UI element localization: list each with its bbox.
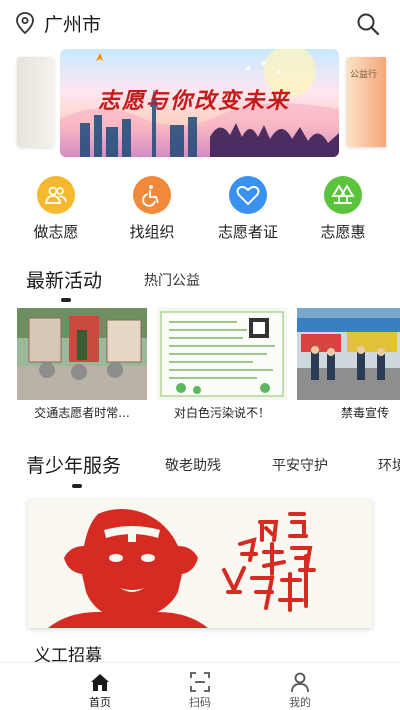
quick-menu-certificate[interactable]: 志愿者证	[208, 172, 288, 242]
banner-title: 志愿与你改变未来	[98, 88, 291, 114]
quick-menu: 做志愿 找组织 志愿者证 志愿惠	[0, 172, 400, 242]
location-pin-icon[interactable]	[15, 12, 35, 34]
activity-card[interactable]: 对白色污染说不！	[157, 308, 287, 421]
tree-icon	[324, 176, 362, 214]
quick-menu-volunteer[interactable]: 做志愿	[16, 172, 96, 242]
nav-profile[interactable]: 我的	[270, 663, 330, 710]
activity-card[interactable]: 禁毒宣传	[297, 308, 400, 421]
home-icon	[91, 674, 109, 691]
nav-label: 扫码	[189, 696, 211, 709]
tab-latest-activities[interactable]: 最新活动	[26, 266, 102, 293]
top-bar: 广州市	[0, 0, 400, 46]
tab-active-indicator	[61, 298, 71, 302]
quick-menu-label: 找组织	[129, 223, 175, 241]
quick-menu-label: 志愿者证	[217, 223, 278, 241]
bottom-nav: 首页 扫码 我的	[0, 662, 400, 709]
service-tabs: 青少年服务 敬老助残 平安守护 环境	[0, 451, 400, 491]
tab-active-indicator	[72, 484, 82, 488]
nav-label: 我的	[289, 696, 311, 709]
poster-artwork	[48, 509, 316, 628]
quick-menu-label: 做志愿	[33, 223, 79, 241]
banner-prev-card[interactable]	[17, 57, 54, 147]
quick-menu-benefits[interactable]: 志愿惠	[303, 172, 383, 242]
user-icon	[291, 672, 309, 693]
activity-caption: 交通志愿者时常...	[34, 406, 130, 420]
heart-icon	[229, 176, 267, 214]
activity-tabs: 最新活动 热门公益	[0, 266, 400, 306]
tab-safety-guard[interactable]: 平安守护	[272, 455, 328, 475]
scan-icon	[190, 672, 210, 692]
nav-home[interactable]: 首页	[70, 663, 130, 710]
activity-caption: 对白色污染说不！	[173, 406, 270, 420]
nav-scan[interactable]: 扫码	[170, 663, 230, 710]
search-icon[interactable]	[356, 12, 380, 36]
quick-menu-find-org[interactable]: 找组织	[112, 172, 192, 242]
activity-image	[17, 308, 147, 400]
banner-main[interactable]: 志愿与你改变未来	[60, 49, 339, 157]
tab-elderly-disabled[interactable]: 敬老助残	[165, 455, 221, 475]
nav-label: 首页	[89, 696, 111, 709]
activity-image	[157, 308, 287, 400]
people-icon	[37, 176, 75, 214]
quick-menu-label: 志愿惠	[320, 223, 366, 241]
city-selector[interactable]: 广州市	[44, 10, 101, 37]
activity-card[interactable]: 交通志愿者时常...	[17, 308, 147, 421]
banner-next-card-text: 公益行	[350, 70, 378, 80]
tab-environment[interactable]: 环境	[378, 455, 400, 475]
banner-carousel[interactable]: 志愿与你改变未来 公益行	[0, 48, 400, 160]
activity-image	[297, 308, 400, 400]
tab-youth-services[interactable]: 青少年服务	[26, 451, 121, 478]
activity-caption: 禁毒宣传	[341, 406, 390, 420]
banner-next-card[interactable]: 公益行	[346, 57, 386, 147]
wheelchair-icon	[133, 176, 171, 214]
tab-hot-charity[interactable]: 热门公益	[144, 270, 200, 290]
recruit-poster[interactable]	[28, 500, 372, 628]
activity-list: 交通志愿者时常... 对白色污染说不！ 禁毒宣传	[0, 308, 400, 426]
